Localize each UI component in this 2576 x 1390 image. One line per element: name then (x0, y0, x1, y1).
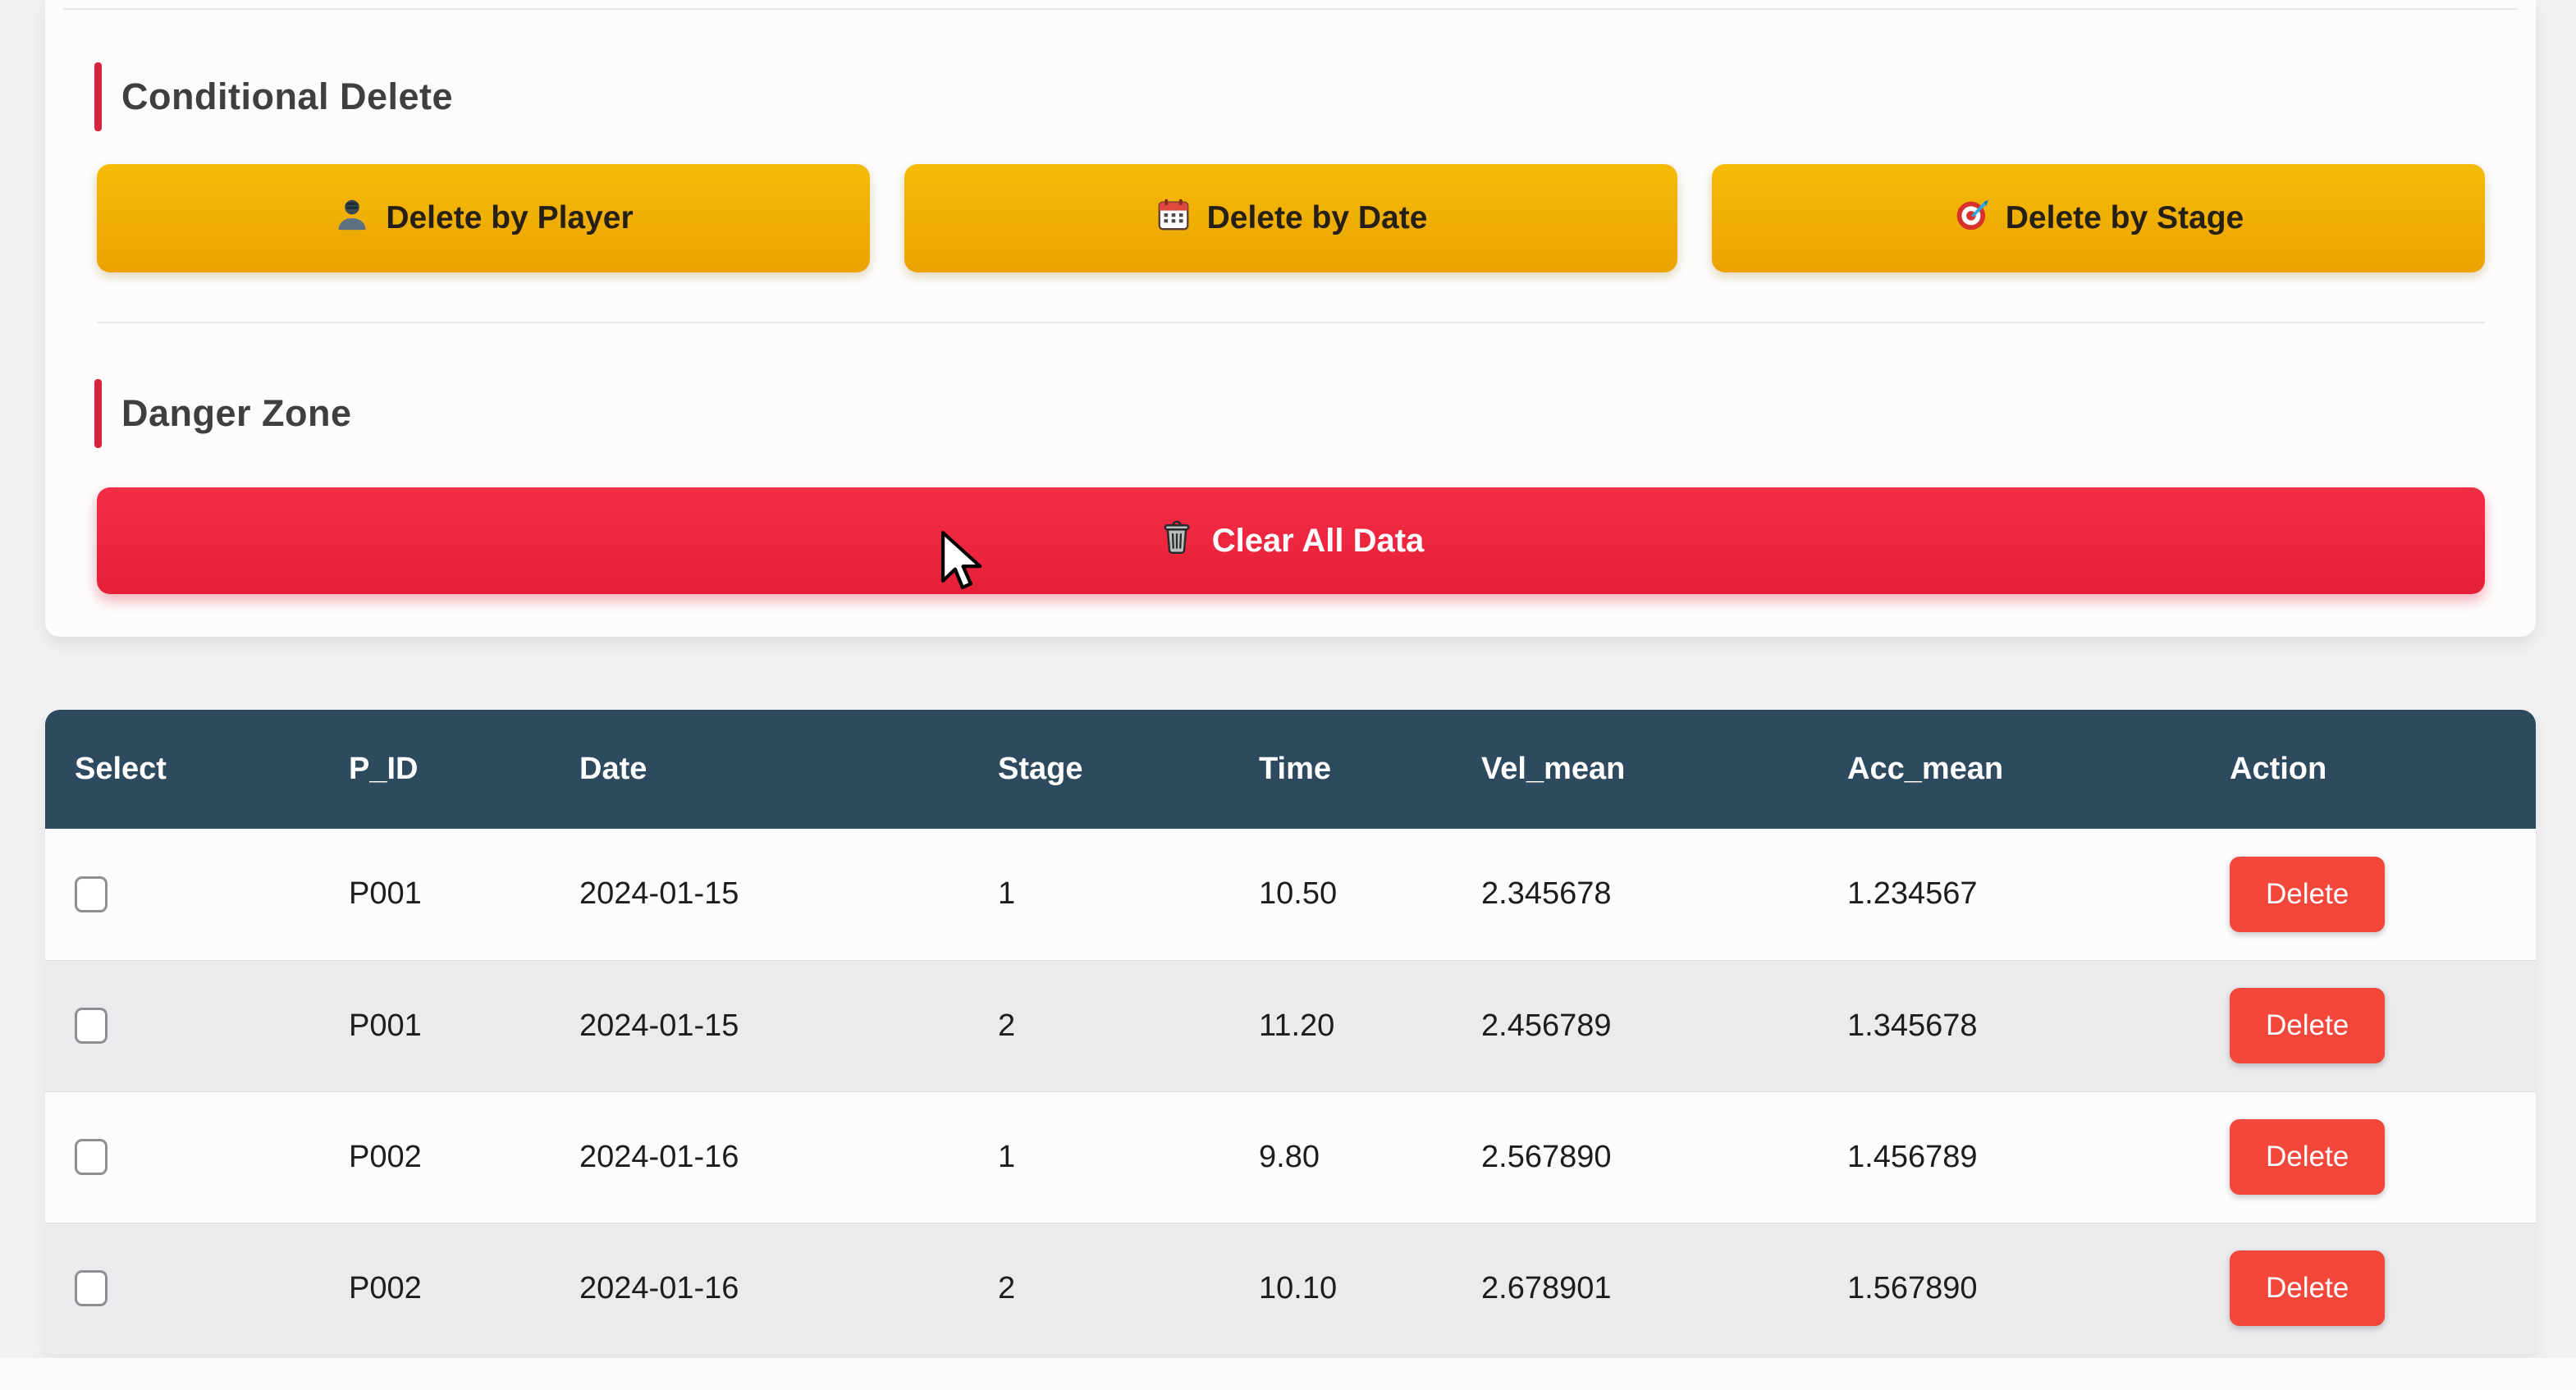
clear-all-data-label: Clear All Data (1212, 523, 1425, 560)
cell-vel-mean: 2.678901 (1452, 1223, 1818, 1354)
cell-time: 9.80 (1229, 1091, 1452, 1223)
target-icon (1953, 195, 1991, 241)
column-header-select: Select (45, 710, 319, 829)
cell-date: 2024-01-15 (550, 829, 968, 960)
row-delete-button[interactable]: Delete (2230, 857, 2385, 932)
calendar-icon (1155, 195, 1192, 241)
cell-stage: 1 (968, 1091, 1229, 1223)
table-row: P002 2024-01-16 2 10.10 2.678901 1.56789… (45, 1223, 2536, 1354)
panel-top-divider (63, 8, 2518, 10)
cell-acc-mean: 1.567890 (1818, 1223, 2200, 1354)
column-header-time: Time (1229, 710, 1452, 829)
table-row: P001 2024-01-15 1 10.50 2.345678 1.23456… (45, 829, 2536, 960)
cell-stage: 2 (968, 960, 1229, 1091)
section-title-conditional-delete: Conditional Delete (121, 75, 453, 118)
bottom-background-strip (0, 1358, 2576, 1390)
cell-p-id: P002 (319, 1223, 550, 1354)
delete-management-panel: Conditional Delete Delete by Player (45, 0, 2536, 637)
danger-zone-section-header: Danger Zone (94, 379, 352, 448)
delete-by-date-label: Delete by Date (1207, 200, 1428, 236)
section-accent-bar (94, 62, 102, 131)
column-header-stage: Stage (968, 710, 1229, 829)
table-row: P001 2024-01-15 2 11.20 2.456789 1.34567… (45, 960, 2536, 1091)
cell-stage: 2 (968, 1223, 1229, 1354)
delete-by-stage-button[interactable]: Delete by Stage (1712, 164, 2485, 272)
cell-time: 11.20 (1229, 960, 1452, 1091)
row-delete-button[interactable]: Delete (2230, 1119, 2385, 1195)
cell-date: 2024-01-16 (550, 1223, 968, 1354)
player-icon (333, 195, 371, 241)
row-select-checkbox[interactable] (75, 1270, 108, 1306)
trash-icon (1158, 518, 1196, 564)
cell-time: 10.50 (1229, 829, 1452, 960)
table-row: P002 2024-01-16 1 9.80 2.567890 1.456789… (45, 1091, 2536, 1223)
column-header-date: Date (550, 710, 968, 829)
conditional-delete-section-header: Conditional Delete (94, 62, 453, 131)
delete-by-player-button[interactable]: Delete by Player (97, 164, 870, 272)
section-title-danger-zone: Danger Zone (121, 392, 352, 435)
cell-vel-mean: 2.456789 (1452, 960, 1818, 1091)
column-header-action: Action (2200, 710, 2536, 829)
column-header-acc-mean: Acc_mean (1818, 710, 2200, 829)
row-delete-button[interactable]: Delete (2230, 1251, 2385, 1326)
cell-stage: 1 (968, 829, 1229, 960)
cell-acc-mean: 1.234567 (1818, 829, 2200, 960)
table-header-row: Select P_ID Date Stage Time Vel_mean Acc… (45, 710, 2536, 829)
cell-acc-mean: 1.345678 (1818, 960, 2200, 1091)
row-delete-button[interactable]: Delete (2230, 988, 2385, 1063)
row-select-checkbox[interactable] (75, 1008, 108, 1044)
results-table: Select P_ID Date Stage Time Vel_mean Acc… (45, 710, 2536, 1354)
column-header-p-id: P_ID (319, 710, 550, 829)
row-select-checkbox[interactable] (75, 876, 108, 912)
cell-p-id: P001 (319, 829, 550, 960)
cell-vel-mean: 2.567890 (1452, 1091, 1818, 1223)
clear-all-data-button[interactable]: Clear All Data (97, 487, 2485, 594)
row-select-checkbox[interactable] (75, 1139, 108, 1175)
delete-by-date-button[interactable]: Delete by Date (904, 164, 1677, 272)
section-accent-bar (94, 379, 102, 448)
cell-acc-mean: 1.456789 (1818, 1091, 2200, 1223)
conditional-delete-button-row: Delete by Player Delete by Date (97, 164, 2485, 272)
cell-vel-mean: 2.345678 (1452, 829, 1818, 960)
delete-by-stage-label: Delete by Stage (2006, 200, 2244, 236)
cell-date: 2024-01-16 (550, 1091, 968, 1223)
cell-p-id: P001 (319, 960, 550, 1091)
cell-date: 2024-01-15 (550, 960, 968, 1091)
column-header-vel-mean: Vel_mean (1452, 710, 1818, 829)
cell-time: 10.10 (1229, 1223, 1452, 1354)
section-divider (97, 322, 2485, 323)
delete-by-player-label: Delete by Player (386, 200, 633, 236)
cell-p-id: P002 (319, 1091, 550, 1223)
